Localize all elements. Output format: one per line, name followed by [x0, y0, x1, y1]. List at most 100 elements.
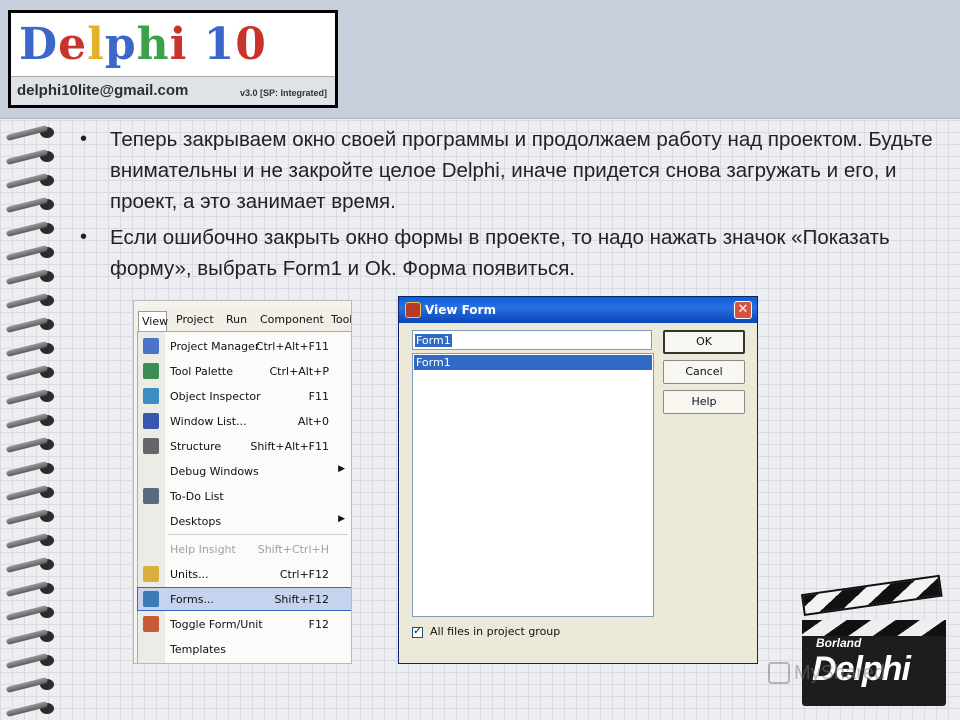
spiral-ring	[5, 341, 58, 357]
menu-item-label: Forms...	[170, 593, 214, 606]
menu-item-label: Help Insight	[170, 543, 236, 556]
spiral-ring	[5, 125, 58, 141]
menu-item-shortcut: F11	[308, 390, 329, 403]
menu-tool[interactable]: Tool	[331, 313, 351, 326]
menu-item-shortcut: Shift+Alt+F11	[250, 440, 329, 453]
menu-item-shortcut: Ctrl+Alt+P	[269, 365, 329, 378]
dialog-titlebar[interactable]: View Form ✕	[399, 297, 757, 323]
menu-item-shortcut: Ctrl+Alt+F11	[255, 340, 329, 353]
tool-palette-icon	[143, 363, 159, 379]
menu-item-to-do-list[interactable]: To-Do List	[138, 485, 351, 507]
watermark-text: MyShared	[794, 662, 886, 684]
menu-item-shortcut: Shift+F12	[274, 593, 329, 606]
delphi-helmet-icon	[405, 302, 421, 318]
logo-email: delphi10lite@gmail.com	[17, 82, 189, 99]
form-name-input[interactable]: Form1	[412, 330, 652, 350]
menu-item-label: Tool Palette	[170, 365, 233, 378]
spiral-ring	[5, 317, 58, 333]
bullet-item: Если ошибочно закрыть окно формы в проек…	[80, 222, 940, 284]
spiral-ring	[5, 437, 58, 453]
menu-item-label: Window List...	[170, 415, 247, 428]
spiral-ring	[5, 605, 58, 621]
borland-delphi-clapperboard: Borland Delphi	[798, 574, 948, 708]
clap-brand-top: Borland	[816, 636, 862, 650]
window-list-icon	[143, 413, 159, 429]
menu-item-label: Object Inspector	[170, 390, 261, 403]
menu-item-desktops[interactable]: Desktops ▶	[138, 510, 351, 532]
menu-item-tool-palette[interactable]: Tool Palette Ctrl+Alt+P	[138, 360, 351, 382]
spiral-ring	[5, 485, 58, 501]
menu-item-structure[interactable]: Structure Shift+Alt+F11	[138, 435, 351, 457]
spiral-ring	[5, 269, 58, 285]
units-icon	[143, 566, 159, 582]
spiral-ring	[5, 245, 58, 261]
menu-item-label: Debug Windows	[170, 465, 259, 478]
menu-item-shortcut: Alt+0	[297, 415, 329, 428]
spiral-ring	[5, 197, 58, 213]
spiral-ring	[5, 221, 58, 237]
project-manager-icon	[143, 338, 159, 354]
menu-item-window-list[interactable]: Window List... Alt+0	[138, 410, 351, 432]
cancel-button[interactable]: Cancel	[663, 360, 745, 384]
menu-item-units[interactable]: Units... Ctrl+F12	[138, 563, 351, 585]
todo-list-icon	[143, 488, 159, 504]
spiral-ring	[5, 653, 58, 669]
all-files-checkbox[interactable]: ✓	[412, 627, 423, 638]
menu-item-label: Units...	[170, 568, 209, 581]
view-dropdown: Project Manager Ctrl+Alt+F11 Tool Palette C…	[137, 331, 351, 663]
ok-button[interactable]: OK	[663, 330, 745, 354]
view-menu-screenshot: View Project Run Component Tool Project …	[133, 300, 352, 664]
spiral-ring	[5, 413, 58, 429]
watermark-icon	[768, 662, 790, 684]
spiral-ring	[5, 509, 58, 525]
menu-item-label: Desktops	[170, 515, 222, 528]
notebook-spiral	[0, 120, 64, 720]
spiral-ring	[5, 389, 58, 405]
menu-project[interactable]: Project	[176, 313, 214, 326]
spiral-ring	[5, 701, 58, 717]
spiral-ring	[5, 293, 58, 309]
spiral-ring	[5, 581, 58, 597]
menu-item-label: Toggle Form/Unit	[170, 618, 263, 631]
menu-item-toggle-form-unit[interactable]: Toggle Form/Unit F12	[138, 613, 351, 635]
bullet-item: Теперь закрываем окно своей программы и …	[80, 124, 940, 217]
menu-item-help-insight[interactable]: Help Insight Shift+Ctrl+H	[138, 538, 351, 560]
menu-item-object-inspector[interactable]: Object Inspector F11	[138, 385, 351, 407]
menu-item-label: Templates	[170, 643, 226, 656]
forms-list[interactable]: Form1	[412, 353, 654, 617]
logo-version: v3.0 [SP: Integrated]	[239, 88, 327, 98]
object-inspector-icon	[143, 388, 159, 404]
submenu-arrow-icon: ▶	[338, 464, 345, 474]
header-banner: Delphi 10 Lite delphi10lite@gmail.com v3…	[0, 0, 960, 119]
spiral-ring	[5, 557, 58, 573]
all-files-label: All files in project group	[430, 625, 561, 638]
spiral-ring	[5, 677, 58, 693]
spiral-ring	[5, 533, 58, 549]
menu-item-templates[interactable]: Templates	[138, 638, 351, 660]
dialog-title: View Form	[425, 303, 496, 317]
menu-run[interactable]: Run	[226, 313, 247, 326]
spiral-ring	[5, 461, 58, 477]
spiral-ring	[5, 149, 58, 165]
menu-item-shortcut: Shift+Ctrl+H	[257, 543, 329, 556]
bullet-list: Теперь закрываем окно своей программы и …	[80, 124, 940, 289]
menu-item-shortcut: Ctrl+F12	[279, 568, 329, 581]
view-form-dialog: View Form ✕ Form1 Form1 OK Cancel Help ✓…	[398, 296, 758, 664]
spiral-ring	[5, 173, 58, 189]
structure-icon	[143, 438, 159, 454]
menu-item-debug-windows[interactable]: Debug Windows ▶	[138, 460, 351, 482]
list-item[interactable]: Form1	[414, 355, 652, 370]
spiral-ring	[5, 629, 58, 645]
close-icon[interactable]: ✕	[734, 301, 752, 319]
spiral-ring	[5, 365, 58, 381]
menu-item-project-manager[interactable]: Project Manager Ctrl+Alt+F11	[138, 335, 351, 357]
submenu-arrow-icon: ▶	[338, 514, 345, 524]
menu-item-label: Project Manager	[170, 340, 260, 353]
menu-component[interactable]: Component	[260, 313, 324, 326]
menu-view[interactable]: View	[138, 311, 168, 332]
menu-item-label: To-Do List	[170, 490, 224, 503]
menu-item-forms[interactable]: Forms... Shift+F12	[137, 587, 351, 611]
forms-icon	[143, 591, 159, 607]
help-button[interactable]: Help	[663, 390, 745, 414]
menu-bar: View Project Run Component Tool	[134, 307, 351, 333]
